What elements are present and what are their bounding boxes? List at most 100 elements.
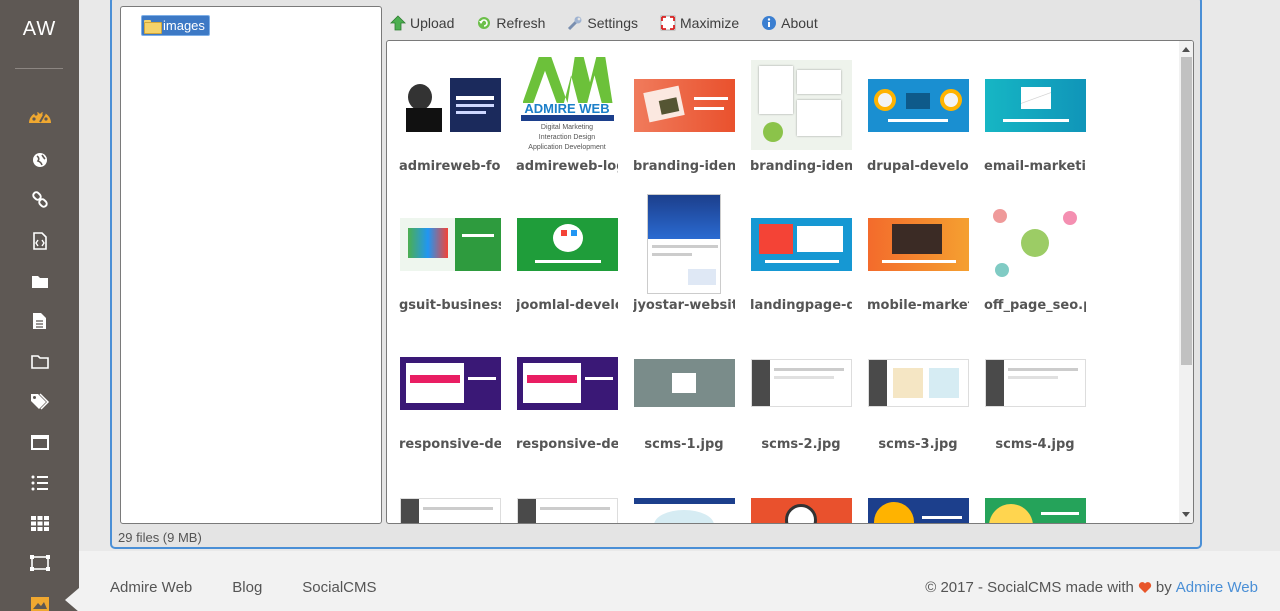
sidebar-item-sitemap[interactable] <box>0 550 79 576</box>
file-name: responsive-desi <box>399 437 501 452</box>
code-file-icon <box>32 232 47 250</box>
file-thumbnail[interactable] <box>867 470 969 523</box>
maximize-button[interactable]: Maximize <box>660 15 739 31</box>
file-item[interactable]: landingpage-de <box>750 192 852 322</box>
about-button[interactable]: About <box>761 15 818 31</box>
grid-icon <box>30 515 49 531</box>
file-thumbnail[interactable] <box>516 331 618 435</box>
file-thumbnail[interactable] <box>516 192 618 296</box>
copyright-text: © 2017 - SocialCMS made with <box>925 579 1134 596</box>
file-item[interactable]: off_page_seo.p <box>984 192 1086 322</box>
file-thumbnail[interactable] <box>984 53 1086 157</box>
file-item[interactable]: scms-4.jpg <box>984 331 1086 461</box>
folder-icon <box>144 19 162 34</box>
settings-button[interactable]: Settings <box>567 15 638 31</box>
file-thumbnail[interactable] <box>984 192 1086 296</box>
refresh-label: Refresh <box>496 15 546 31</box>
sidebar-item-code[interactable] <box>0 228 79 254</box>
scroll-up-arrow[interactable] <box>1182 47 1190 52</box>
file-thumbnail[interactable] <box>867 331 969 435</box>
file-thumbnail[interactable] <box>399 331 501 435</box>
upload-label: Upload <box>410 15 455 31</box>
file-item[interactable]: branding-identi <box>633 53 735 183</box>
file-thumbnail[interactable] <box>633 192 735 296</box>
file-item[interactable] <box>633 470 735 523</box>
file-item[interactable]: responsive-desi <box>516 331 618 461</box>
refresh-icon <box>478 17 491 29</box>
file-manager-toolbar: Upload Refresh Settings Maximize About <box>390 12 840 34</box>
file-item[interactable]: joomlal-develop <box>516 192 618 322</box>
sidebar-item-globe[interactable] <box>0 147 79 173</box>
file-item[interactable]: ADMIRE WEB Digital Marketing Interaction D… <box>516 53 618 183</box>
upload-arrow-icon <box>390 15 406 31</box>
file-thumbnail[interactable] <box>867 192 969 296</box>
file-item[interactable] <box>750 470 852 523</box>
file-name: drupal-develop <box>867 159 969 174</box>
folder-filled-icon <box>31 275 48 288</box>
file-list-panel[interactable]: admireweb-fou ADMIRE WEB Digital Marketing… <box>386 40 1194 524</box>
file-item[interactable]: jyostar-website <box>633 192 735 322</box>
file-item[interactable]: admireweb-fou <box>399 53 501 183</box>
footer-link-socialcms[interactable]: SocialCMS <box>302 579 376 596</box>
sidebar-item-dashboard[interactable] <box>0 103 79 129</box>
file-thumbnail[interactable] <box>633 470 735 523</box>
file-thumbnail[interactable] <box>633 331 735 435</box>
file-item[interactable]: scms-1.jpg <box>633 331 735 461</box>
file-thumbnail[interactable] <box>984 331 1086 435</box>
file-thumbnail[interactable]: ADMIRE WEB Digital Marketing Interaction D… <box>516 53 618 157</box>
file-item[interactable]: gsuit-businesse <box>399 192 501 322</box>
file-thumbnail[interactable] <box>750 470 852 523</box>
tree-node-label: images <box>163 18 205 33</box>
heart-icon <box>1138 582 1152 593</box>
sidebar-item-tags[interactable] <box>0 389 79 415</box>
vertical-scrollbar[interactable] <box>1179 41 1193 523</box>
sidebar-item-media-folders[interactable] <box>0 348 79 374</box>
brand-logo[interactable]: AW <box>0 18 79 41</box>
settings-label: Settings <box>587 15 638 31</box>
upload-button[interactable]: Upload <box>390 15 454 31</box>
sidebar: AW <box>0 0 79 611</box>
file-thumbnail[interactable] <box>399 192 501 296</box>
file-thumbnail[interactable] <box>516 470 618 523</box>
file-name: joomlal-develop <box>516 298 618 313</box>
scroll-down-arrow[interactable] <box>1182 512 1190 517</box>
file-thumbnail[interactable] <box>984 470 1086 523</box>
file-thumbnail[interactable] <box>399 470 501 523</box>
file-name: gsuit-businesse <box>399 298 501 313</box>
folder-outline-icon <box>30 354 49 369</box>
file-item[interactable]: scms-3.jpg <box>867 331 969 461</box>
file-item[interactable] <box>399 470 501 523</box>
footer-copyright: © 2017 - SocialCMS made with by Admire W… <box>925 579 1258 596</box>
file-item[interactable]: mobile-marketi <box>867 192 969 322</box>
file-item[interactable]: scms-2.jpg <box>750 331 852 461</box>
file-name: jyostar-website <box>633 298 735 313</box>
file-item[interactable]: branding-identi <box>750 53 852 183</box>
file-thumbnail[interactable] <box>399 53 501 157</box>
sidebar-item-list[interactable] <box>0 470 79 496</box>
sidebar-item-grid[interactable] <box>0 510 79 536</box>
file-item[interactable] <box>867 470 969 523</box>
footer-link-blog[interactable]: Blog <box>232 579 262 596</box>
file-thumbnail[interactable] <box>750 331 852 435</box>
file-thumbnail[interactable] <box>867 53 969 157</box>
file-manager: images Upload Refresh Settings Maximize … <box>110 0 1202 549</box>
file-item[interactable]: drupal-develop <box>867 53 969 183</box>
sidebar-item-window[interactable] <box>0 429 79 455</box>
sidebar-item-pages[interactable] <box>0 308 79 334</box>
file-item[interactable] <box>984 470 1086 523</box>
footer-link-admire-web[interactable]: Admire Web <box>110 579 192 596</box>
refresh-button[interactable]: Refresh <box>476 15 545 31</box>
window-icon <box>30 434 49 450</box>
file-thumbnail[interactable] <box>750 53 852 157</box>
file-thumbnail[interactable] <box>633 53 735 157</box>
scrollbar-thumb[interactable] <box>1181 57 1192 365</box>
copyright-link[interactable]: Admire Web <box>1176 579 1258 596</box>
file-item[interactable] <box>516 470 618 523</box>
file-thumbnail[interactable] <box>750 192 852 296</box>
file-item[interactable]: email-marketin <box>984 53 1086 183</box>
sidebar-item-links[interactable] <box>0 187 79 213</box>
tree-node-images[interactable]: images <box>141 15 210 36</box>
file-item[interactable]: responsive-desi <box>399 331 501 461</box>
footer-links: Admire Web Blog SocialCMS <box>110 579 376 596</box>
sidebar-item-folders[interactable] <box>0 268 79 294</box>
